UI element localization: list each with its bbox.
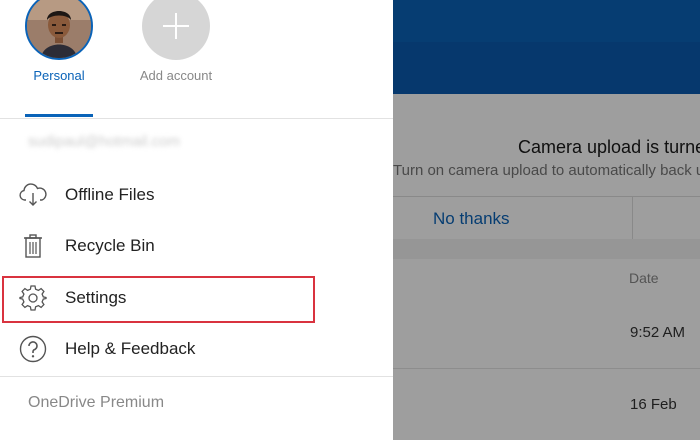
divider xyxy=(0,376,393,377)
menu-item-help-feedback[interactable]: Help & Feedback xyxy=(0,328,393,372)
trash-icon xyxy=(18,231,48,261)
avatar[interactable] xyxy=(25,0,93,60)
settings-highlight-box xyxy=(2,276,315,323)
active-account-indicator xyxy=(25,114,93,117)
onedrive-premium-link[interactable]: OneDrive Premium xyxy=(28,394,164,412)
add-account-circle[interactable] xyxy=(142,0,210,60)
account-email: sudipaul@hotmail.com xyxy=(28,133,180,150)
menu-item-offline-files[interactable]: Offline Files xyxy=(0,174,393,218)
add-account-label: Add account xyxy=(139,68,213,83)
question-icon xyxy=(18,334,48,364)
divider xyxy=(0,118,393,119)
user-avatar-photo xyxy=(27,0,91,58)
menu-label-help-feedback: Help & Feedback xyxy=(65,339,196,358)
account-personal-label: Personal xyxy=(33,68,85,83)
navigation-drawer: Personal Add account sudipaul@hotmail.co… xyxy=(0,0,393,440)
account-personal[interactable]: Personal xyxy=(9,0,109,83)
dim-overlay[interactable] xyxy=(393,0,700,440)
menu-item-recycle-bin[interactable]: Recycle Bin xyxy=(0,225,393,269)
menu-label-offline-files: Offline Files xyxy=(65,185,155,204)
cloud-download-icon xyxy=(18,180,48,210)
menu-label-recycle-bin: Recycle Bin xyxy=(65,236,155,255)
plus-icon xyxy=(163,13,189,39)
add-account-button[interactable]: Add account xyxy=(126,0,226,83)
